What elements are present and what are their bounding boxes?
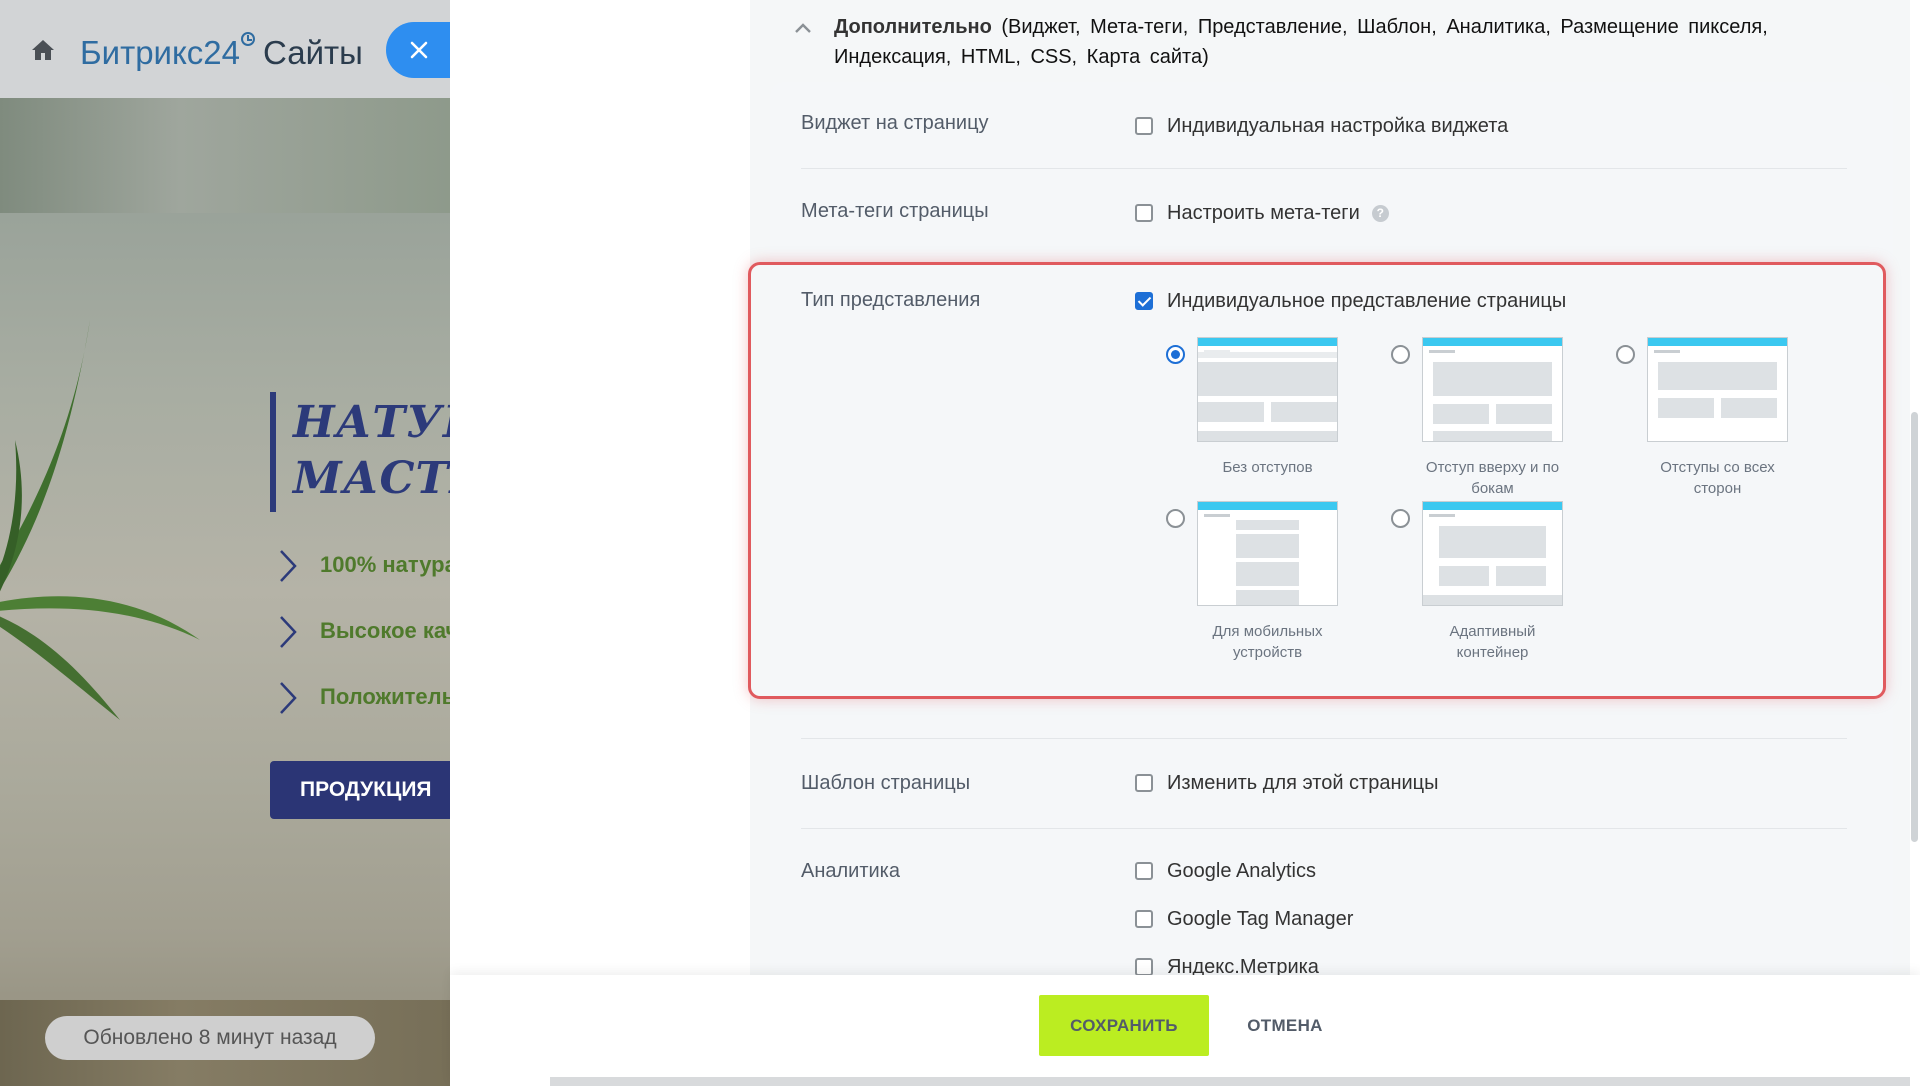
chevron-up-icon[interactable] <box>794 22 812 34</box>
google-analytics-checkbox[interactable] <box>1135 862 1153 880</box>
updated-status-badge: Обновлено 8 минут назад <box>45 1016 375 1060</box>
row-label: Шаблон страницы <box>801 772 971 794</box>
widget-checkbox-line[interactable]: Индивидуальная настройка виджета <box>1135 112 1508 140</box>
checkbox-label: Google Tag Manager <box>1167 907 1354 930</box>
chevron-right-icon <box>280 616 297 648</box>
section-title: Дополнительно <box>834 16 992 38</box>
hero-feature-item: Положитель <box>278 677 450 743</box>
meta-tags-checkbox[interactable] <box>1135 204 1153 222</box>
close-panel-button[interactable] <box>386 22 452 78</box>
app-header: Битрикс24 Сайты <box>0 0 450 98</box>
checkbox-label: Индивидуальная настройка виджета <box>1167 114 1509 137</box>
google-analytics-line[interactable]: Google Analytics <box>1135 857 1316 885</box>
save-button[interactable]: СОХРАНИТЬ <box>1039 995 1209 1056</box>
template-checkbox[interactable] <box>1135 774 1153 792</box>
checkbox-label: Google Analytics <box>1167 859 1316 882</box>
divider <box>801 168 1847 169</box>
divider <box>801 738 1847 739</box>
products-button[interactable]: ПРОДУКЦИЯ <box>270 761 450 819</box>
checkbox-label: Изменить для этой страницы <box>1167 771 1439 794</box>
highlight-frame <box>748 262 1886 699</box>
divider <box>801 828 1847 829</box>
meta-checkbox-line[interactable]: Настроить мета-теги ? <box>1135 199 1389 227</box>
row-label: Аналитика <box>801 860 900 882</box>
hero-feature-item: Высокое кач <box>278 611 450 677</box>
app-logo[interactable]: Битрикс24 Сайты <box>80 32 363 72</box>
panel-footer: СОХРАНИТЬ ОТМЕНА <box>450 975 1920 1086</box>
chevron-right-icon <box>280 682 297 714</box>
close-icon <box>410 41 428 59</box>
hero-feature-list: 100% натура Высокое кач Положитель <box>278 545 450 743</box>
home-icon[interactable] <box>30 38 56 62</box>
google-tag-manager-line[interactable]: Google Tag Manager <box>1135 905 1353 933</box>
horizontal-scrollbar[interactable] <box>550 1077 1910 1086</box>
template-checkbox-line[interactable]: Изменить для этой страницы <box>1135 769 1439 797</box>
yandex-metrika-checkbox[interactable] <box>1135 958 1153 976</box>
checkbox-label: Настроить мета-теги <box>1167 201 1360 224</box>
preview-top-band <box>0 98 450 213</box>
clock-icon <box>241 32 256 46</box>
row-label: Виджет на страницу <box>801 112 989 134</box>
hero-accent-bar <box>270 392 276 512</box>
cancel-button[interactable]: ОТМЕНА <box>1225 995 1345 1056</box>
site-preview: НАТУРА МАСТЕР 100% натура Высокое кач По… <box>0 0 450 1086</box>
widget-checkbox[interactable] <box>1135 117 1153 135</box>
hero-feature-item: 100% натура <box>278 545 450 611</box>
scrollbar-thumb[interactable] <box>1911 412 1918 842</box>
chevron-right-icon <box>280 550 297 582</box>
hemp-leaf-image <box>0 320 200 720</box>
row-label: Мета-теги страницы <box>801 200 989 222</box>
help-icon[interactable]: ? <box>1371 204 1389 222</box>
google-tag-manager-checkbox[interactable] <box>1135 910 1153 928</box>
hero-title: НАТУРА МАСТЕР <box>293 397 450 504</box>
